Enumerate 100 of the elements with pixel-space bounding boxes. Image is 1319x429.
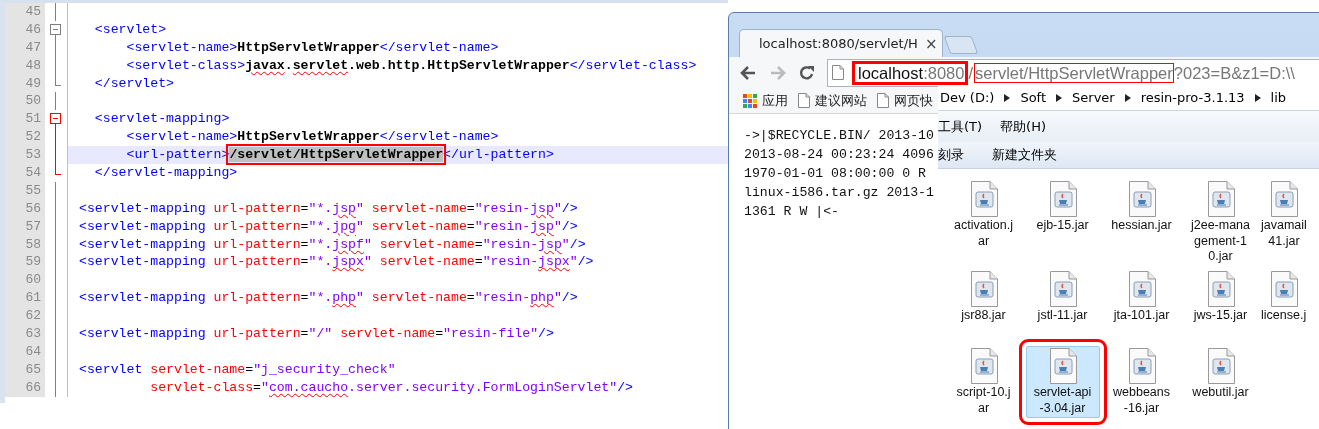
code-line: <servlet-class>javax.servlet.web.http.HttpServletWrapper</servlet-class> (125, 57, 697, 73)
file-name: jsr88.jar (961, 308, 1006, 324)
line-number: 52 (5, 128, 45, 147)
chevron-icon (1004, 93, 1011, 102)
address-bar[interactable]: localhost:8080 /servlet/HttpServletWrapper?023=B&z1=D:\\ (827, 58, 1319, 87)
line-number: 50 (5, 92, 45, 111)
file-name: javamail 41.jar (1261, 218, 1307, 249)
file-item[interactable]: javamail 41.jar (1260, 179, 1308, 251)
collapse-icon[interactable] (50, 113, 61, 125)
code-line: <servlet-mapping> (93, 111, 230, 127)
code-line: <servlet-mapping url-pattern="*.jpg" servlet-name="resin-jsp"/> (79, 218, 578, 234)
line-number: 53 (5, 146, 45, 164)
page-icon (877, 93, 889, 108)
file-item[interactable]: jta-101.jar (1104, 269, 1179, 326)
file-icon (1268, 271, 1299, 307)
page-icon (832, 65, 844, 80)
file-name: script-10.j ar (956, 385, 1011, 416)
toolbar-button[interactable]: 新建文件夹 (992, 146, 1057, 164)
file-icon (1126, 348, 1157, 384)
line-number: 63 (5, 325, 45, 343)
file-icon (1047, 348, 1078, 384)
file-icon (1126, 181, 1157, 217)
file-icon (968, 181, 999, 217)
code-line: <servlet-name>HttpServletWrapper</servlet-name> (125, 129, 499, 145)
chevron-icon (1254, 93, 1261, 102)
file-name: webbeans -16.jar (1113, 385, 1170, 416)
file-item[interactable]: license.j (1260, 269, 1308, 326)
file-icon (1047, 181, 1078, 217)
file-item[interactable]: ejb-15.jar (1025, 179, 1100, 236)
code-line: <servlet-mapping url-pattern="*.php" servlet-name="resin-php"/> (79, 290, 578, 306)
code-line: <servlet-mapping url-pattern="/" servlet-name="resin-file"/> (79, 326, 554, 342)
file-name: servlet-api -3.04.jar (1033, 385, 1092, 416)
code-line: </servlet> (93, 75, 174, 91)
file-item[interactable]: jws-15.jar (1183, 269, 1258, 326)
line-number: 59 (5, 253, 45, 272)
file-icon (1205, 181, 1236, 217)
text-line: linux-i586.tar.gz 2013-1 (744, 184, 934, 202)
line-number: 60 (5, 271, 45, 290)
file-icon (1047, 271, 1078, 307)
file-name: j2ee-mana gement-1 0.jar (1190, 218, 1251, 265)
code-line: <servlet-name>HttpServletWrapper</servlet-name> (125, 39, 499, 55)
text-line: 1970-01-01 08:00:00 0 R (744, 165, 927, 183)
close-button[interactable]: × (924, 34, 938, 53)
file-icon (968, 271, 999, 307)
bookmark[interactable]: 建议网站 (798, 91, 867, 110)
chevron-icon (1056, 93, 1063, 102)
back-icon[interactable] (739, 64, 757, 81)
file-item[interactable]: activation.j ar (946, 179, 1021, 251)
reload-icon[interactable] (799, 64, 815, 81)
file-name: ejb-15.jar (1036, 218, 1089, 234)
breadcrumb[interactable]: Soft (1020, 90, 1047, 105)
file-icon (1205, 271, 1236, 307)
menu-item[interactable]: 工具(T) (938, 117, 983, 136)
file-icon (1126, 271, 1157, 307)
code-line: <servlet> (93, 21, 167, 37)
file-item[interactable]: hessian.jar (1104, 179, 1179, 236)
code-line: <servlet-mapping url-pattern="*.jsp" servlet-name="resin-jsp"/> (79, 200, 578, 216)
breadcrumb[interactable]: resin-pro-3.1.13 (1140, 90, 1245, 105)
file-item[interactable]: jstl-11.jar (1025, 269, 1100, 326)
text-line: 1361 R W |<- (744, 203, 839, 221)
file-name: webutil.jar (1192, 385, 1249, 401)
breadcrumb[interactable]: lib (1270, 90, 1287, 105)
text-line: 2013-08-24 00:23:24 4096 (744, 146, 934, 164)
url-text: localhost:8080 /servlet/HttpServletWrapper?023=B&z1=D:\\ (852, 60, 1295, 85)
file-icon (968, 348, 999, 384)
file-name: jws-15.jar (1193, 308, 1248, 324)
code-line: servlet-class="com.caucho.server.security.FormLoginServlet"/> (149, 379, 633, 395)
browser-tab[interactable]: localhost:8080/servlet/H × (739, 29, 943, 57)
file-icon (1205, 348, 1236, 384)
file-item[interactable]: script-10.j ar (946, 346, 1021, 418)
code-line: </servlet-mapping> (93, 165, 238, 180)
file-icon (1268, 181, 1299, 217)
bookmark[interactable]: 应用 (743, 91, 788, 110)
line-number: 62 (5, 307, 45, 326)
file-item[interactable]: webutil.jar (1183, 346, 1258, 403)
file-name: license.j (1261, 308, 1307, 324)
file-item[interactable]: webbeans -16.jar (1104, 346, 1179, 418)
file-name: hessian.jar (1111, 218, 1172, 234)
menu-item[interactable]: 帮助(H) (1000, 117, 1046, 136)
line-number: 45 (5, 3, 45, 21)
breadcrumb[interactable]: Dev (D:) (940, 90, 995, 105)
file-item[interactable]: jsr88.jar (946, 269, 1021, 326)
code-line: <servlet-mapping url-pattern="*.jspf" servlet-name="resin-jsp"/> (79, 236, 586, 252)
line-number: 61 (5, 289, 45, 308)
breadcrumb[interactable]: Server (1072, 90, 1115, 105)
bookmark[interactable]: 网页快 (877, 91, 933, 110)
apps-icon (743, 93, 757, 108)
collapse-icon[interactable] (50, 23, 61, 35)
text-line: ->|$RECYCLE.BIN/ 2013-10 (744, 127, 934, 145)
file-name: jstl-11.jar (1037, 308, 1088, 324)
code-line: <servlet-mapping url-pattern="*.jspx" servlet-name="resin-jspx"/> (79, 254, 594, 270)
line-number: 51 (5, 110, 45, 129)
file-name: jta-101.jar (1113, 308, 1170, 324)
file-item[interactable]: j2ee-mana gement-1 0.jar (1183, 179, 1258, 267)
code-line: <servlet servlet-name="j_security_check" (79, 361, 396, 377)
page-icon (798, 93, 810, 108)
file-name: activation.j ar (953, 218, 1014, 249)
line-number: 54 (5, 164, 45, 182)
chevron-icon (1124, 93, 1131, 102)
toolbar-button[interactable]: 刻录 (938, 146, 964, 164)
